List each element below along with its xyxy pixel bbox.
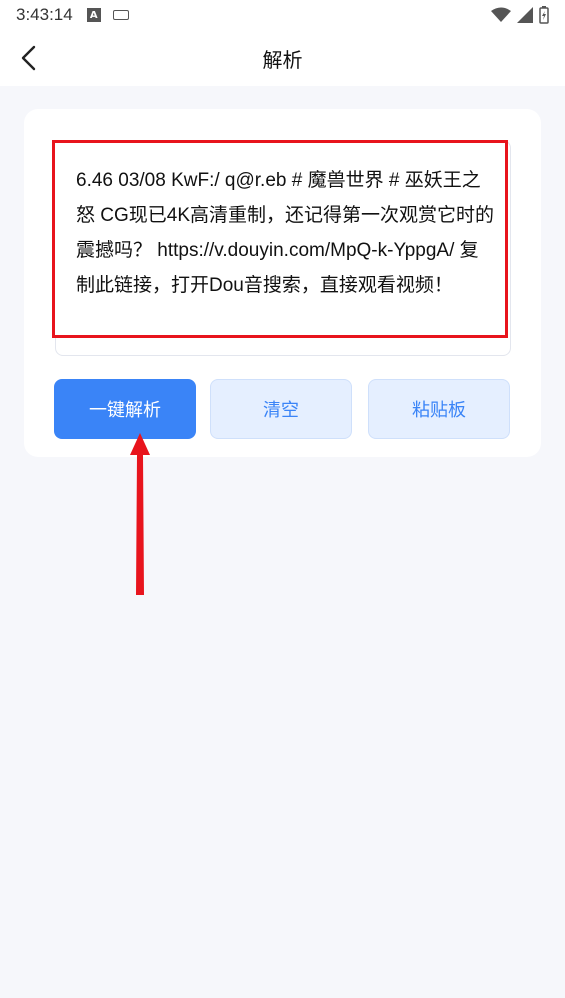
- link-text[interactable]: 6.46 03/08 KwF:/ q@r.eb # 魔兽世界 # 巫妖王之怒 C…: [76, 163, 496, 303]
- battery-icon: [539, 6, 549, 24]
- annotation-arrow-icon: [130, 433, 150, 595]
- wifi-icon: [491, 7, 511, 22]
- keyboard-icon: [112, 10, 129, 20]
- app-header: 解析: [0, 30, 565, 86]
- clear-button[interactable]: 清空: [210, 379, 352, 439]
- status-icons: [491, 6, 549, 24]
- back-button[interactable]: [12, 42, 44, 74]
- accessibility-icon: A: [86, 8, 101, 22]
- page-title: 解析: [262, 49, 303, 72]
- status-bar: 3:43:14 A: [0, 0, 565, 30]
- paste-button[interactable]: 粘贴板: [368, 379, 510, 439]
- parse-card: 6.46 03/08 KwF:/ q@r.eb # 魔兽世界 # 巫妖王之怒 C…: [24, 109, 541, 457]
- signal-icon: [517, 7, 533, 23]
- back-arrow-icon: [21, 45, 36, 71]
- status-time: 3:43:14: [16, 5, 73, 24]
